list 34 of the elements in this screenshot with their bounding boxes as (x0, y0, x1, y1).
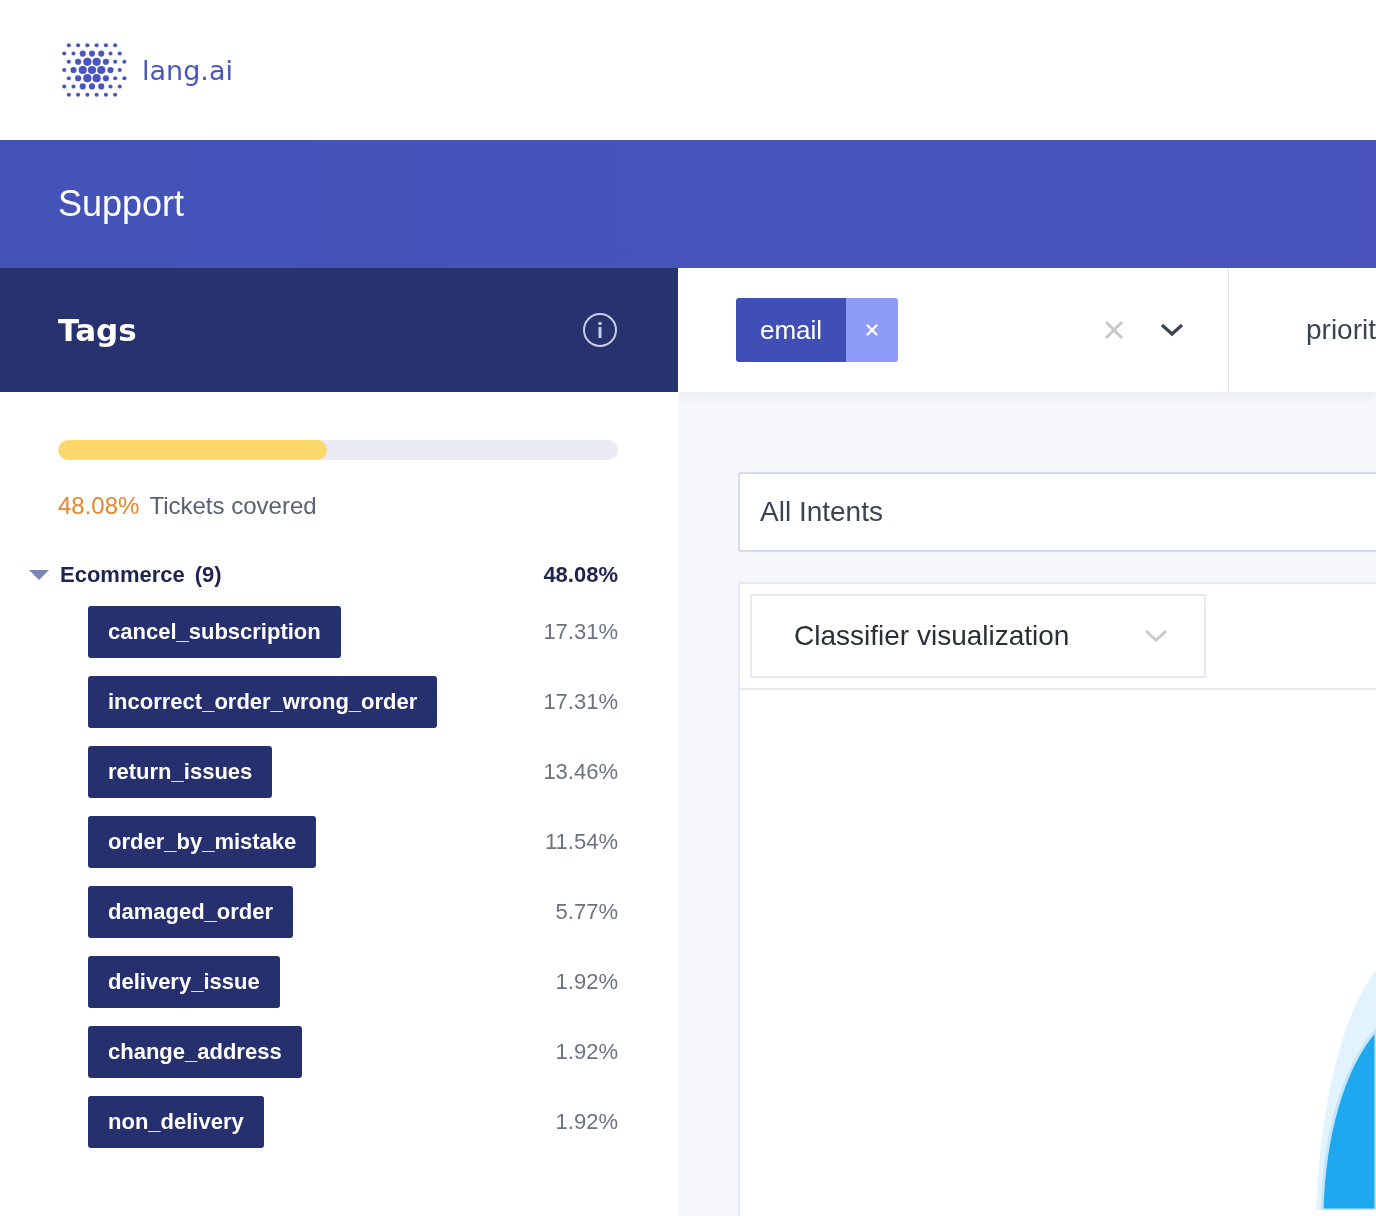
tag-percent: 1.92% (555, 1039, 618, 1065)
tag-chip[interactable]: non_delivery (88, 1096, 264, 1148)
tag-percent: 5.77% (555, 899, 618, 925)
tag-chip[interactable]: delivery_issue (88, 956, 280, 1008)
tag-chip[interactable]: change_address (88, 1026, 302, 1078)
close-icon (866, 324, 879, 336)
tag-percent: 1.92% (555, 969, 618, 995)
tag-chip[interactable]: incorrect_order_wrong_order (88, 676, 438, 728)
tag-percent: 13.46% (543, 759, 618, 785)
tag-chip[interactable]: return_issues (88, 746, 273, 798)
chevron-down-icon (1144, 629, 1168, 643)
tag-percent: 1.92% (555, 1109, 618, 1135)
chip-label: email (736, 298, 847, 362)
tag-percent: 11.54% (545, 829, 618, 855)
chevron-down-icon[interactable] (1160, 323, 1184, 337)
caret-icon[interactable] (28, 568, 50, 582)
filter-label[interactable]: priorit (1306, 314, 1376, 346)
coverage-percent: 48.08% (58, 492, 140, 520)
group-name[interactable]: Ecommerce (60, 562, 185, 588)
remove-button[interactable] (846, 298, 899, 362)
page-title: Support (58, 183, 185, 225)
tag-chip[interactable]: cancel_subscription (88, 606, 341, 658)
info-icon[interactable] (582, 312, 618, 348)
tag-chip[interactable]: order_by_mistake (88, 816, 317, 868)
intents-field[interactable]: All Intents (738, 472, 1376, 552)
logo-text: lang.ai (142, 54, 233, 86)
sidebar-title: Tags (58, 312, 137, 348)
view-select[interactable]: Classifier visualization (750, 594, 1206, 678)
coverage-label: Tickets covered (149, 492, 317, 520)
group-percent: 48.08% (543, 562, 618, 588)
tag-percent: 17.31% (543, 689, 618, 715)
group-count: (9) (194, 562, 222, 588)
tag-percent: 17.31% (543, 619, 618, 645)
tag-chip[interactable]: damaged_order (88, 886, 294, 938)
